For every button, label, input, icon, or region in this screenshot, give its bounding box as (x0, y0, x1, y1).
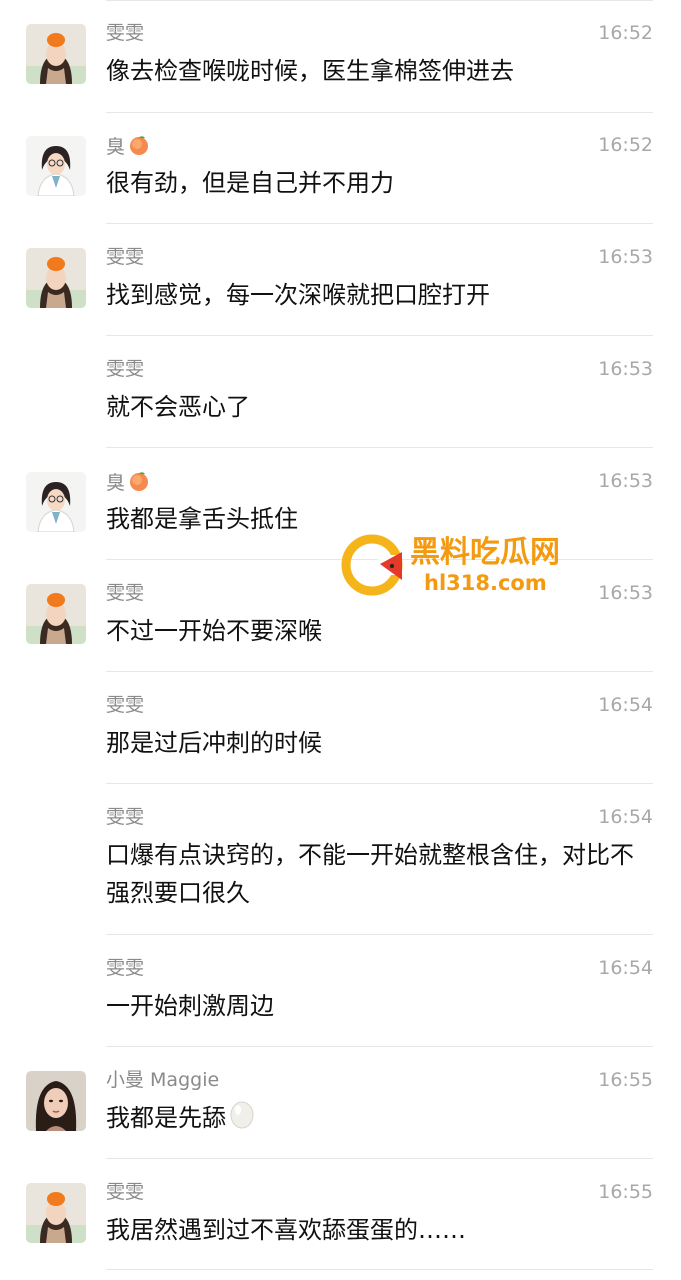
watermark-title: 黑料吃瓜网 (410, 535, 560, 570)
watermark: 黑料吃瓜网 hl318.com (340, 530, 580, 600)
sender-name: 雯雯 (106, 358, 145, 380)
chat-message[interactable]: 雯雯 16:53 找到感觉，每一次深喉就把口腔打开 (0, 224, 681, 336)
sender-name: 雯雯 (106, 22, 145, 44)
message-text: 不过一开始不要深喉 (106, 617, 322, 645)
timestamp: 16:54 (598, 694, 653, 716)
chat-message[interactable]: 小曼 Maggie 16:55 我都是先舔 (0, 1047, 681, 1159)
watermark-logo-icon: 黑料吃瓜网 hl318.com (341, 534, 560, 596)
avatar-maggie[interactable] (26, 1071, 86, 1131)
timestamp: 16:53 (598, 470, 653, 492)
timestamp: 16:52 (598, 22, 653, 44)
timestamp: 16:55 (598, 1181, 653, 1203)
avatar-chou[interactable] (26, 472, 86, 532)
timestamp: 16:54 (598, 806, 653, 828)
avatar-wenwen[interactable] (26, 248, 86, 308)
message-text: 我居然遇到过不喜欢舔蛋蛋的…… (106, 1216, 466, 1244)
message-text-content: 我都是先舔 (106, 1104, 226, 1132)
sender-name-text: 臭 (106, 472, 126, 494)
chat-message[interactable]: 雯雯 16:52 像去检查喉咙时候，医生拿棉签伸进去 (0, 0, 681, 113)
message-text: 找到感觉，每一次深喉就把口腔打开 (106, 281, 490, 309)
chat-message[interactable]: 雯雯 16:55 我居然遇到过不喜欢舔蛋蛋的…… (0, 1159, 681, 1280)
sender-name: 雯雯 (106, 1181, 145, 1203)
timestamp: 16:55 (598, 1069, 653, 1091)
message-text: 就不会恶心了 (106, 393, 250, 421)
timestamp: 16:53 (598, 246, 653, 268)
sender-name: 雯雯 (106, 957, 145, 979)
chat-message[interactable]: 雯雯 16:54 一开始刺激周边 (0, 935, 681, 1047)
message-text: 像去检查喉咙时候，医生拿棉签伸进去 (106, 57, 514, 85)
sender-name: 雯雯 (106, 806, 145, 828)
sender-name: 雯雯 (106, 246, 145, 268)
message-text: 很有劲，但是自己并不用力 (106, 169, 394, 197)
avatar-wenwen[interactable] (26, 584, 86, 644)
message-separator (106, 1269, 653, 1270)
egg-icon (229, 1099, 255, 1140)
timestamp: 16:53 (598, 582, 653, 604)
message-text: 口爆有点诀窍的，不能一开始就整根含住，对比不强烈要口很久 (106, 841, 634, 907)
peach-icon (128, 470, 150, 497)
timestamp: 16:54 (598, 957, 653, 979)
avatar-chou[interactable] (26, 136, 86, 196)
avatar-wenwen[interactable] (26, 1183, 86, 1243)
timestamp: 16:52 (598, 134, 653, 156)
watermark-url: hl318.com (424, 571, 547, 595)
avatar-wenwen[interactable] (26, 24, 86, 84)
sender-name: 臭 (106, 134, 150, 161)
sender-name: 臭 (106, 470, 150, 497)
chat-message[interactable]: 雯雯 16:54 那是过后冲刺的时候 (0, 672, 681, 784)
timestamp: 16:53 (598, 358, 653, 380)
message-text: 我都是先舔 (106, 1099, 646, 1140)
peach-icon (128, 134, 150, 161)
message-text: 那是过后冲刺的时候 (106, 729, 322, 757)
chat-message[interactable]: 雯雯 16:54 口爆有点诀窍的，不能一开始就整根含住，对比不强烈要口很久 (0, 784, 681, 935)
message-text: 一开始刺激周边 (106, 992, 274, 1020)
sender-name: 雯雯 (106, 694, 145, 716)
chat-message[interactable]: 臭 16:52 很有劲，但是自己并不用力 (0, 112, 681, 224)
chat-message[interactable]: 雯雯 16:53 就不会恶心了 (0, 336, 681, 448)
sender-name: 雯雯 (106, 582, 145, 604)
sender-name-text: 臭 (106, 136, 126, 158)
sender-name: 小曼 Maggie (106, 1069, 220, 1091)
